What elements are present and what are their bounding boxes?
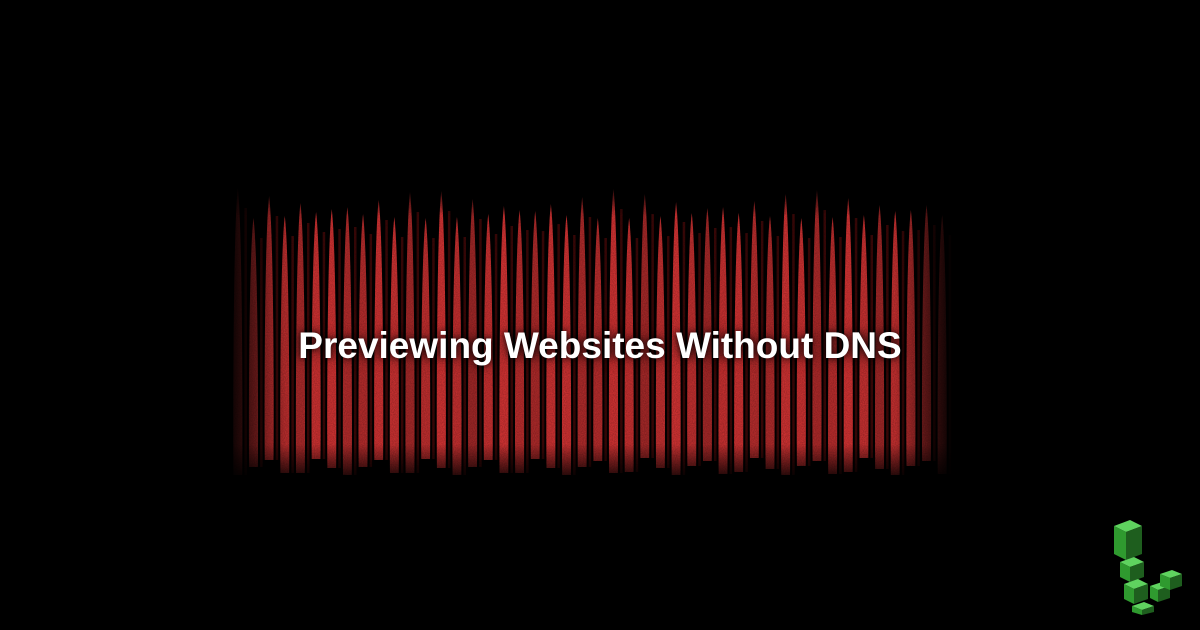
- stage-curtain-image: [228, 180, 953, 480]
- linode-cube-logo-icon: [1114, 520, 1182, 615]
- page-title: Previewing Websites Without DNS: [298, 325, 902, 366]
- social-banner: Previewing Websites Without DNS: [0, 0, 1200, 630]
